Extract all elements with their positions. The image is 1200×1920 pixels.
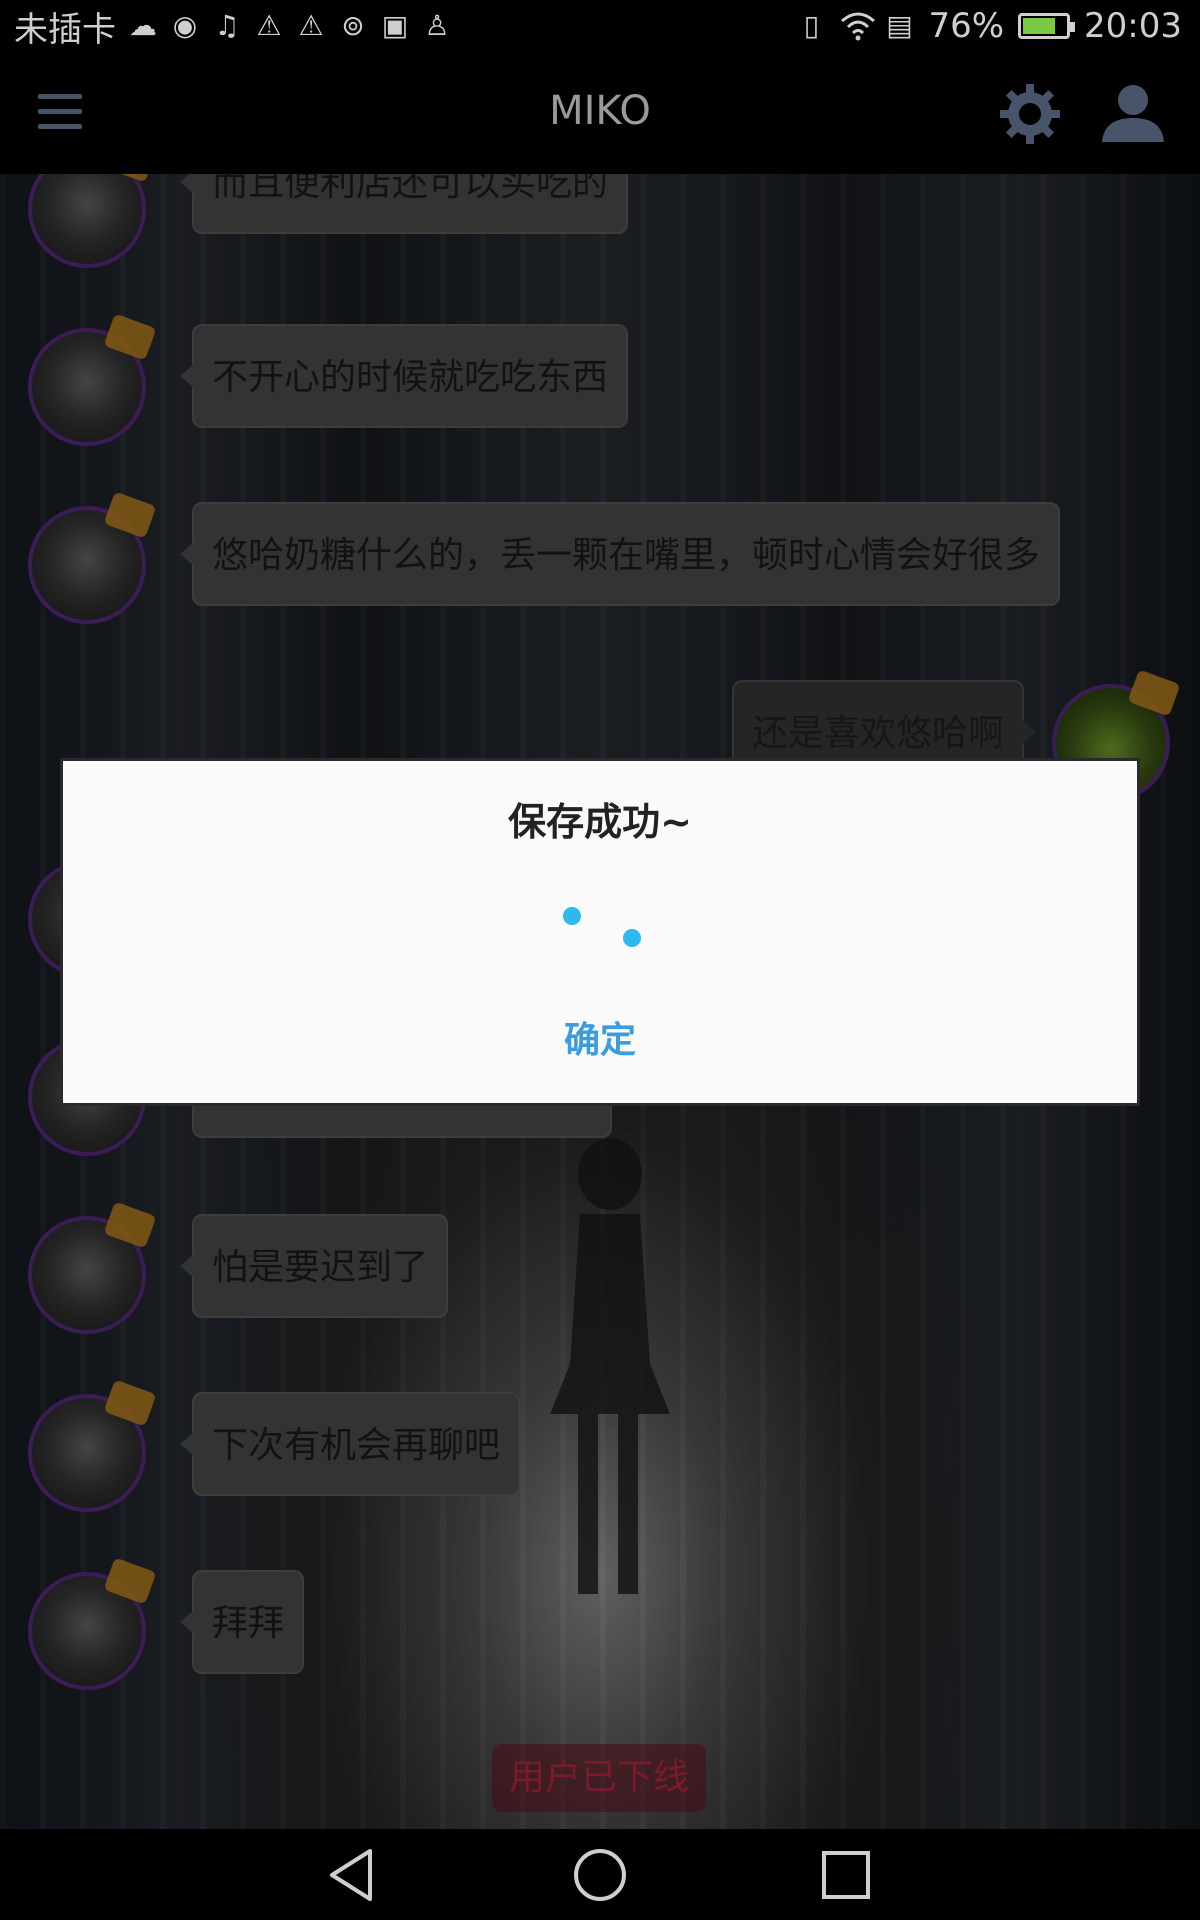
- confirm-button[interactable]: 确定: [63, 1011, 1137, 1063]
- music-icon: ♫: [214, 9, 240, 42]
- sim-icon: ▤: [886, 9, 913, 42]
- navigation-bar: [0, 1829, 1200, 1920]
- carrier-label: 未插卡: [14, 9, 116, 50]
- spinner-dot: [563, 907, 581, 925]
- home-icon[interactable]: [568, 1843, 632, 1907]
- alert-icon: ⚠: [298, 9, 324, 42]
- user-icon[interactable]: [1100, 82, 1166, 146]
- wifi-icon: [840, 11, 876, 41]
- dialog-title: 保存成功~: [508, 800, 692, 844]
- weather-icon: ☁: [129, 9, 157, 42]
- recents-icon[interactable]: [814, 1843, 878, 1907]
- battery-icon: [1018, 13, 1076, 39]
- image-icon: ▣: [381, 9, 409, 42]
- spinner-dot: [623, 929, 641, 947]
- alert-icon: ⚠: [256, 9, 282, 42]
- save-success-dialog: 保存成功~ 确定: [60, 758, 1140, 1106]
- offline-status: 用户已下线: [492, 1744, 706, 1812]
- vibrate-icon: ▯: [803, 9, 820, 42]
- hotspot-icon: ⊚: [341, 9, 365, 42]
- clock: 20:03: [1084, 6, 1182, 46]
- gear-icon[interactable]: [998, 82, 1062, 146]
- cleaner-icon: ♙: [424, 9, 450, 42]
- status-bar: 未插卡 ☁ ◉ ♫ ⚠ ⚠ ⊚ ▣ ♙ ▯ ▤ 76% 20:03: [0, 0, 1200, 52]
- back-icon[interactable]: [320, 1843, 384, 1907]
- chat-icon: ◉: [172, 9, 198, 42]
- battery-percent: 76%: [928, 6, 1005, 46]
- app-bar: MIKO: [0, 52, 1200, 174]
